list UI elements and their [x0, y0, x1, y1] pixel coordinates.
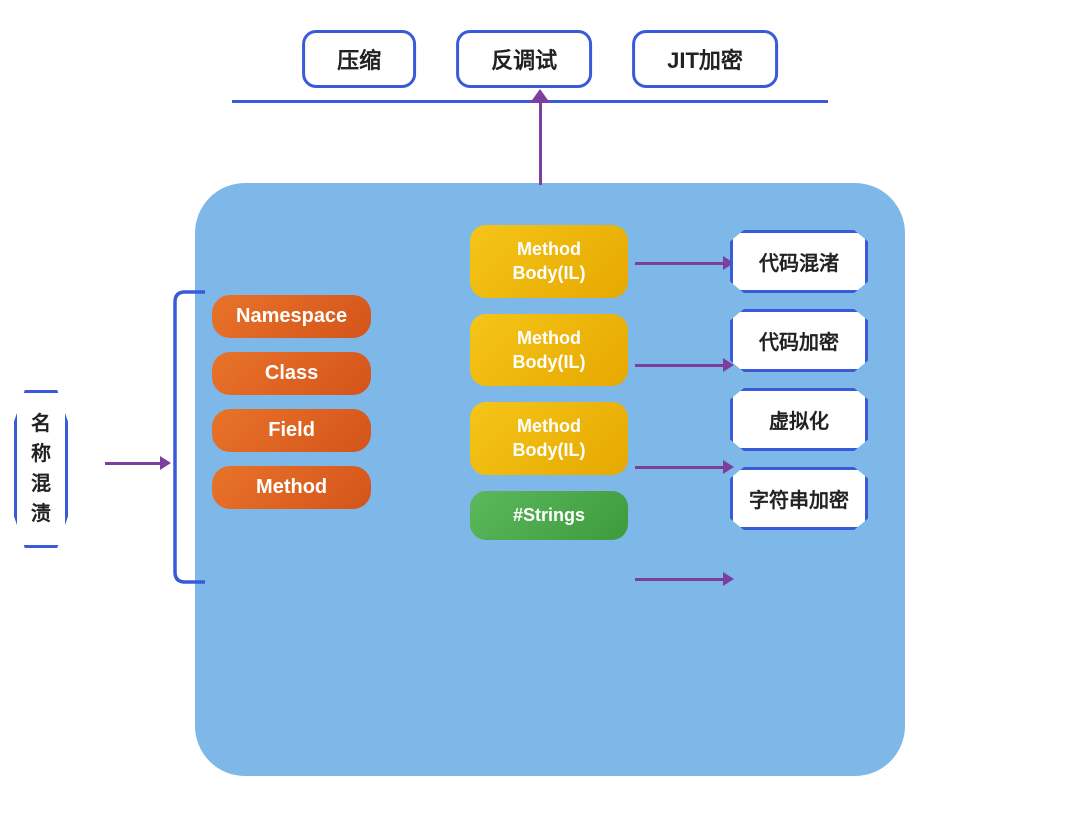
right-label-0: 代码混渚	[730, 230, 868, 293]
diagram: 压缩 反调试 JIT加密 名称混渍 Namespace Class Field …	[0, 0, 1080, 836]
left-bracket-svg	[170, 282, 210, 592]
top-badges-row: 压缩 反调试 JIT加密	[302, 30, 778, 88]
orange-items-group: Namespace Class Field Method	[212, 295, 371, 509]
strings-badge: #Strings	[470, 491, 628, 540]
name-obfuscation-badge: 名称混渍	[14, 390, 68, 548]
arrow-method2	[635, 364, 723, 367]
right-label-2: 虚拟化	[730, 388, 868, 451]
method-body-1: MethodBody(IL)	[470, 225, 628, 298]
method-body-3: MethodBody(IL)	[470, 402, 628, 475]
right-label-1: 代码加密	[730, 309, 868, 372]
field-badge: Field	[212, 409, 371, 452]
compress-badge: 压缩	[302, 30, 416, 88]
class-badge: Class	[212, 352, 371, 395]
arrow-up-head	[530, 89, 550, 103]
yellow-items-group: MethodBody(IL) MethodBody(IL) MethodBody…	[470, 225, 628, 540]
right-label-3: 字符串加密	[730, 467, 868, 530]
namespace-badge: Namespace	[212, 295, 371, 338]
anti-debug-badge: 反调试	[456, 30, 592, 88]
jit-encrypt-badge: JIT加密	[632, 30, 778, 88]
arrow-strings	[635, 578, 723, 581]
right-labels-group: 代码混渚 代码加密 虚拟化 字符串加密	[730, 230, 868, 530]
left-arrow-connector	[105, 462, 160, 465]
arrow-up-shaft	[539, 103, 542, 185]
arrow-strings-head	[723, 572, 734, 586]
name-obfuscation-text: 名称混渍	[31, 413, 51, 525]
method-badge: Method	[212, 466, 371, 509]
arrow-method1	[635, 262, 723, 265]
method-body-2: MethodBody(IL)	[470, 314, 628, 387]
arrow-method3	[635, 466, 723, 469]
